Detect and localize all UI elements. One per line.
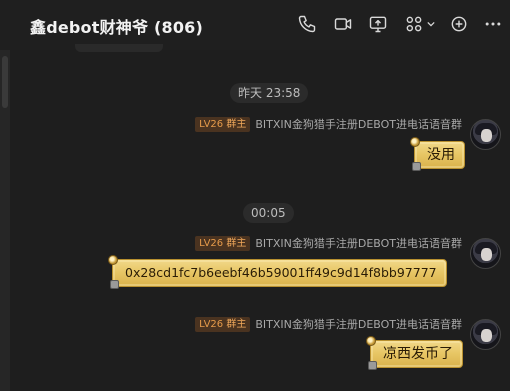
role-text: 群主 (226, 118, 247, 130)
add-circle-icon[interactable] (448, 13, 470, 35)
previous-message-edge (75, 44, 163, 52)
video-icon[interactable] (332, 13, 354, 35)
chat-window: 鑫debot财神爷 (806) 昨天 23:58 LV26 群主 BITXIN金… (0, 0, 510, 391)
avatar[interactable] (470, 238, 501, 269)
apps-grid-icon[interactable] (403, 13, 425, 35)
level-badge: LV26 群主 (195, 316, 251, 332)
avatar[interactable] (470, 119, 501, 150)
scroll-knob-decoration (412, 162, 421, 171)
chat-header: 鑫debot财神爷 (806) (0, 0, 510, 50)
message-bubble[interactable]: 没用 (410, 137, 465, 171)
chevron-down-icon[interactable] (427, 20, 435, 28)
timestamp-divider: 00:05 (243, 203, 294, 223)
sender-name[interactable]: BITXIN金狗猎手注册DEBOT进电话语音群 (255, 235, 462, 251)
level-text: LV26 (199, 318, 224, 330)
timestamp-divider: 昨天 23:58 (230, 83, 309, 103)
avatar[interactable] (470, 319, 501, 350)
message-text: 凉西发币了 (383, 346, 453, 362)
chat-title: 鑫debot财神爷 (806) (30, 18, 203, 37)
message-text: 没用 (427, 147, 455, 163)
sender-line: LV26 群主 BITXIN金狗猎手注册DEBOT进电话语音群 (195, 235, 462, 251)
message-text: 0x28cd1fc7b6eebf46b59001ff49c9d14f8bb977… (125, 265, 437, 280)
scroll-roll-decoration (366, 336, 376, 346)
sender-name[interactable]: BITXIN金狗猎手注册DEBOT进电话语音群 (255, 116, 462, 132)
role-text: 群主 (226, 237, 247, 249)
level-text: LV26 (199, 237, 224, 249)
level-text: LV26 (199, 118, 224, 130)
scroll-knob-decoration (368, 361, 377, 370)
more-icon[interactable] (482, 13, 504, 35)
screen-share-icon[interactable] (367, 13, 389, 35)
level-badge: LV26 群主 (195, 235, 251, 251)
message-bubble[interactable]: 凉西发币了 (366, 336, 463, 370)
scroll-roll-decoration (410, 137, 420, 147)
level-badge: LV26 群主 (195, 116, 251, 132)
phone-icon[interactable] (296, 13, 318, 35)
sender-line: LV26 群主 BITXIN金狗猎手注册DEBOT进电话语音群 (195, 316, 462, 332)
message-bubble[interactable]: 0x28cd1fc7b6eebf46b59001ff49c9d14f8bb977… (108, 255, 447, 289)
scroll-knob-decoration (110, 280, 119, 289)
sender-line: LV26 群主 BITXIN金狗猎手注册DEBOT进电话语音群 (195, 116, 462, 132)
role-text: 群主 (226, 318, 247, 330)
scrollbar-thumb[interactable] (2, 56, 8, 108)
scroll-roll-decoration (108, 255, 118, 265)
sender-name[interactable]: BITXIN金狗猎手注册DEBOT进电话语音群 (255, 316, 462, 332)
